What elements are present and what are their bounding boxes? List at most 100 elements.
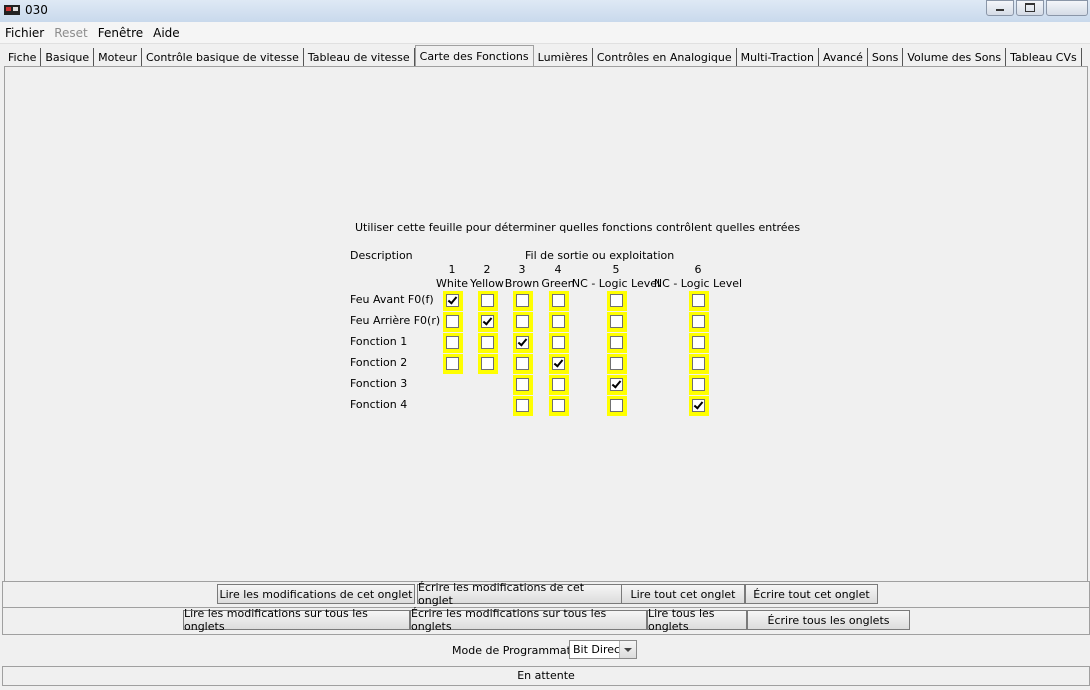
function-checkbox[interactable] [516,294,529,307]
function-checkbox[interactable] [481,336,494,349]
buttons-all-button-2[interactable]: Lire tous les onglets [647,607,747,633]
function-checkbox[interactable] [481,315,494,328]
minimize-icon[interactable] [986,0,1014,16]
function-checkbox[interactable] [516,357,529,370]
programming-mode-value: Bit Direct [573,643,625,656]
tab-3[interactable]: Contrôle basique de vitesse [142,48,304,66]
output-label: Yellow [470,277,504,290]
tab-10[interactable]: Sons [868,48,904,66]
title-bar: 030 [0,0,1090,22]
function-cell [549,291,569,311]
function-checkbox[interactable] [481,294,494,307]
function-cell [443,354,463,374]
programming-mode-bar: Mode de Programmation Bit Direct [0,636,1090,665]
tab-6[interactable]: Lumières [534,48,593,66]
buttons-tab-button-3[interactable]: Écrire tout cet onglet [745,584,878,604]
function-cell [513,375,533,395]
function-checkbox[interactable] [692,294,705,307]
menu-item-0[interactable]: Fichier [0,26,49,40]
output-label: Green [541,277,575,290]
function-checkbox[interactable] [446,315,459,328]
function-checkbox[interactable] [552,378,565,391]
function-cell [513,354,533,374]
function-checkbox[interactable] [692,378,705,391]
function-cell [607,396,627,416]
tab-5[interactable]: Carte des Fonctions [414,45,534,67]
instruction-text: Utiliser cette feuille pour déterminer q… [355,221,801,234]
tab-7[interactable]: Contrôles en Analogique [593,48,737,66]
function-checkbox[interactable] [692,399,705,412]
buttons-tab-button-1[interactable]: Écrire les modifications de cet onglet [417,581,622,607]
function-cell [513,312,533,332]
description-header: Description [350,249,413,262]
function-checkbox[interactable] [692,357,705,370]
function-checkbox[interactable] [692,336,705,349]
output-number: 4 [554,263,562,276]
function-cell [607,375,627,395]
tab-9[interactable]: Avancé [819,48,868,66]
function-row-label: Feu Avant F0(f) [350,293,434,306]
function-checkbox[interactable] [552,399,565,412]
function-checkbox[interactable] [481,357,494,370]
function-cell [607,312,627,332]
tab-11[interactable]: Volume des Sons [903,48,1007,66]
function-checkbox[interactable] [692,315,705,328]
maximize-icon[interactable] [1016,0,1044,16]
tab-1[interactable]: Basique [41,48,95,66]
tab-12[interactable]: Tableau CVs [1006,48,1082,66]
function-checkbox[interactable] [446,294,459,307]
outputs-header: Fil de sortie ou exploitation [525,249,675,262]
function-checkbox[interactable] [516,336,529,349]
function-cell [513,333,533,353]
buttons-all-button-0[interactable]: Lire les modifications sur tous les ongl… [183,607,410,633]
function-cell [689,333,709,353]
function-cell [549,354,569,374]
train-app-icon [4,5,20,15]
function-cell [513,396,533,416]
function-cell [607,333,627,353]
tab-8[interactable]: Multi-Traction [737,48,819,66]
function-checkbox[interactable] [552,294,565,307]
menu-item-3[interactable]: Aide [148,26,185,40]
function-checkbox[interactable] [516,378,529,391]
function-cell [549,375,569,395]
output-label: NC - Logic Level [571,277,661,290]
programming-mode-label: Mode de Programmation [452,644,588,657]
close-icon[interactable] [1046,0,1088,16]
output-number: 2 [483,263,491,276]
output-label: Brown [504,277,540,290]
function-checkbox[interactable] [610,378,623,391]
function-checkbox[interactable] [446,336,459,349]
buttons-all-button-3[interactable]: Écrire tous les onglets [747,610,910,630]
function-checkbox[interactable] [552,315,565,328]
tab-4[interactable]: Tableau de vitesse [304,48,415,66]
function-cell [689,375,709,395]
function-checkbox[interactable] [552,357,565,370]
function-row-label: Fonction 3 [350,377,408,390]
function-checkbox[interactable] [446,357,459,370]
status-bar: En attente [2,666,1090,686]
tab-0[interactable]: Fiche [4,48,42,66]
all-tabs-actions-row: Lire les modifications sur tous les ongl… [2,607,1090,635]
function-checkbox[interactable] [610,357,623,370]
function-checkbox[interactable] [610,315,623,328]
function-row-label: Fonction 1 [350,335,408,348]
buttons-all-button-1[interactable]: Écrire les modifications sur tous les on… [410,607,647,633]
tab-bar: Fiche Basique Moteur Contrôle basique de vi… [4,44,1082,67]
buttons-tab-button-0[interactable]: Lire les modifications de cet onglet [217,584,415,604]
function-checkbox[interactable] [610,294,623,307]
function-cell [478,312,498,332]
programming-mode-select[interactable]: Bit Direct [569,640,637,659]
function-checkbox[interactable] [516,399,529,412]
function-checkbox[interactable] [610,336,623,349]
window-controls [984,0,1088,16]
menu-item-2[interactable]: Fenêtre [93,26,148,40]
function-checkbox[interactable] [610,399,623,412]
function-checkbox[interactable] [552,336,565,349]
tab-2[interactable]: Moteur [94,48,142,66]
function-checkbox[interactable] [516,315,529,328]
chevron-down-icon[interactable] [619,641,636,658]
function-cell [478,354,498,374]
function-cell [549,312,569,332]
buttons-tab-button-2[interactable]: Lire tout cet onglet [621,584,745,604]
